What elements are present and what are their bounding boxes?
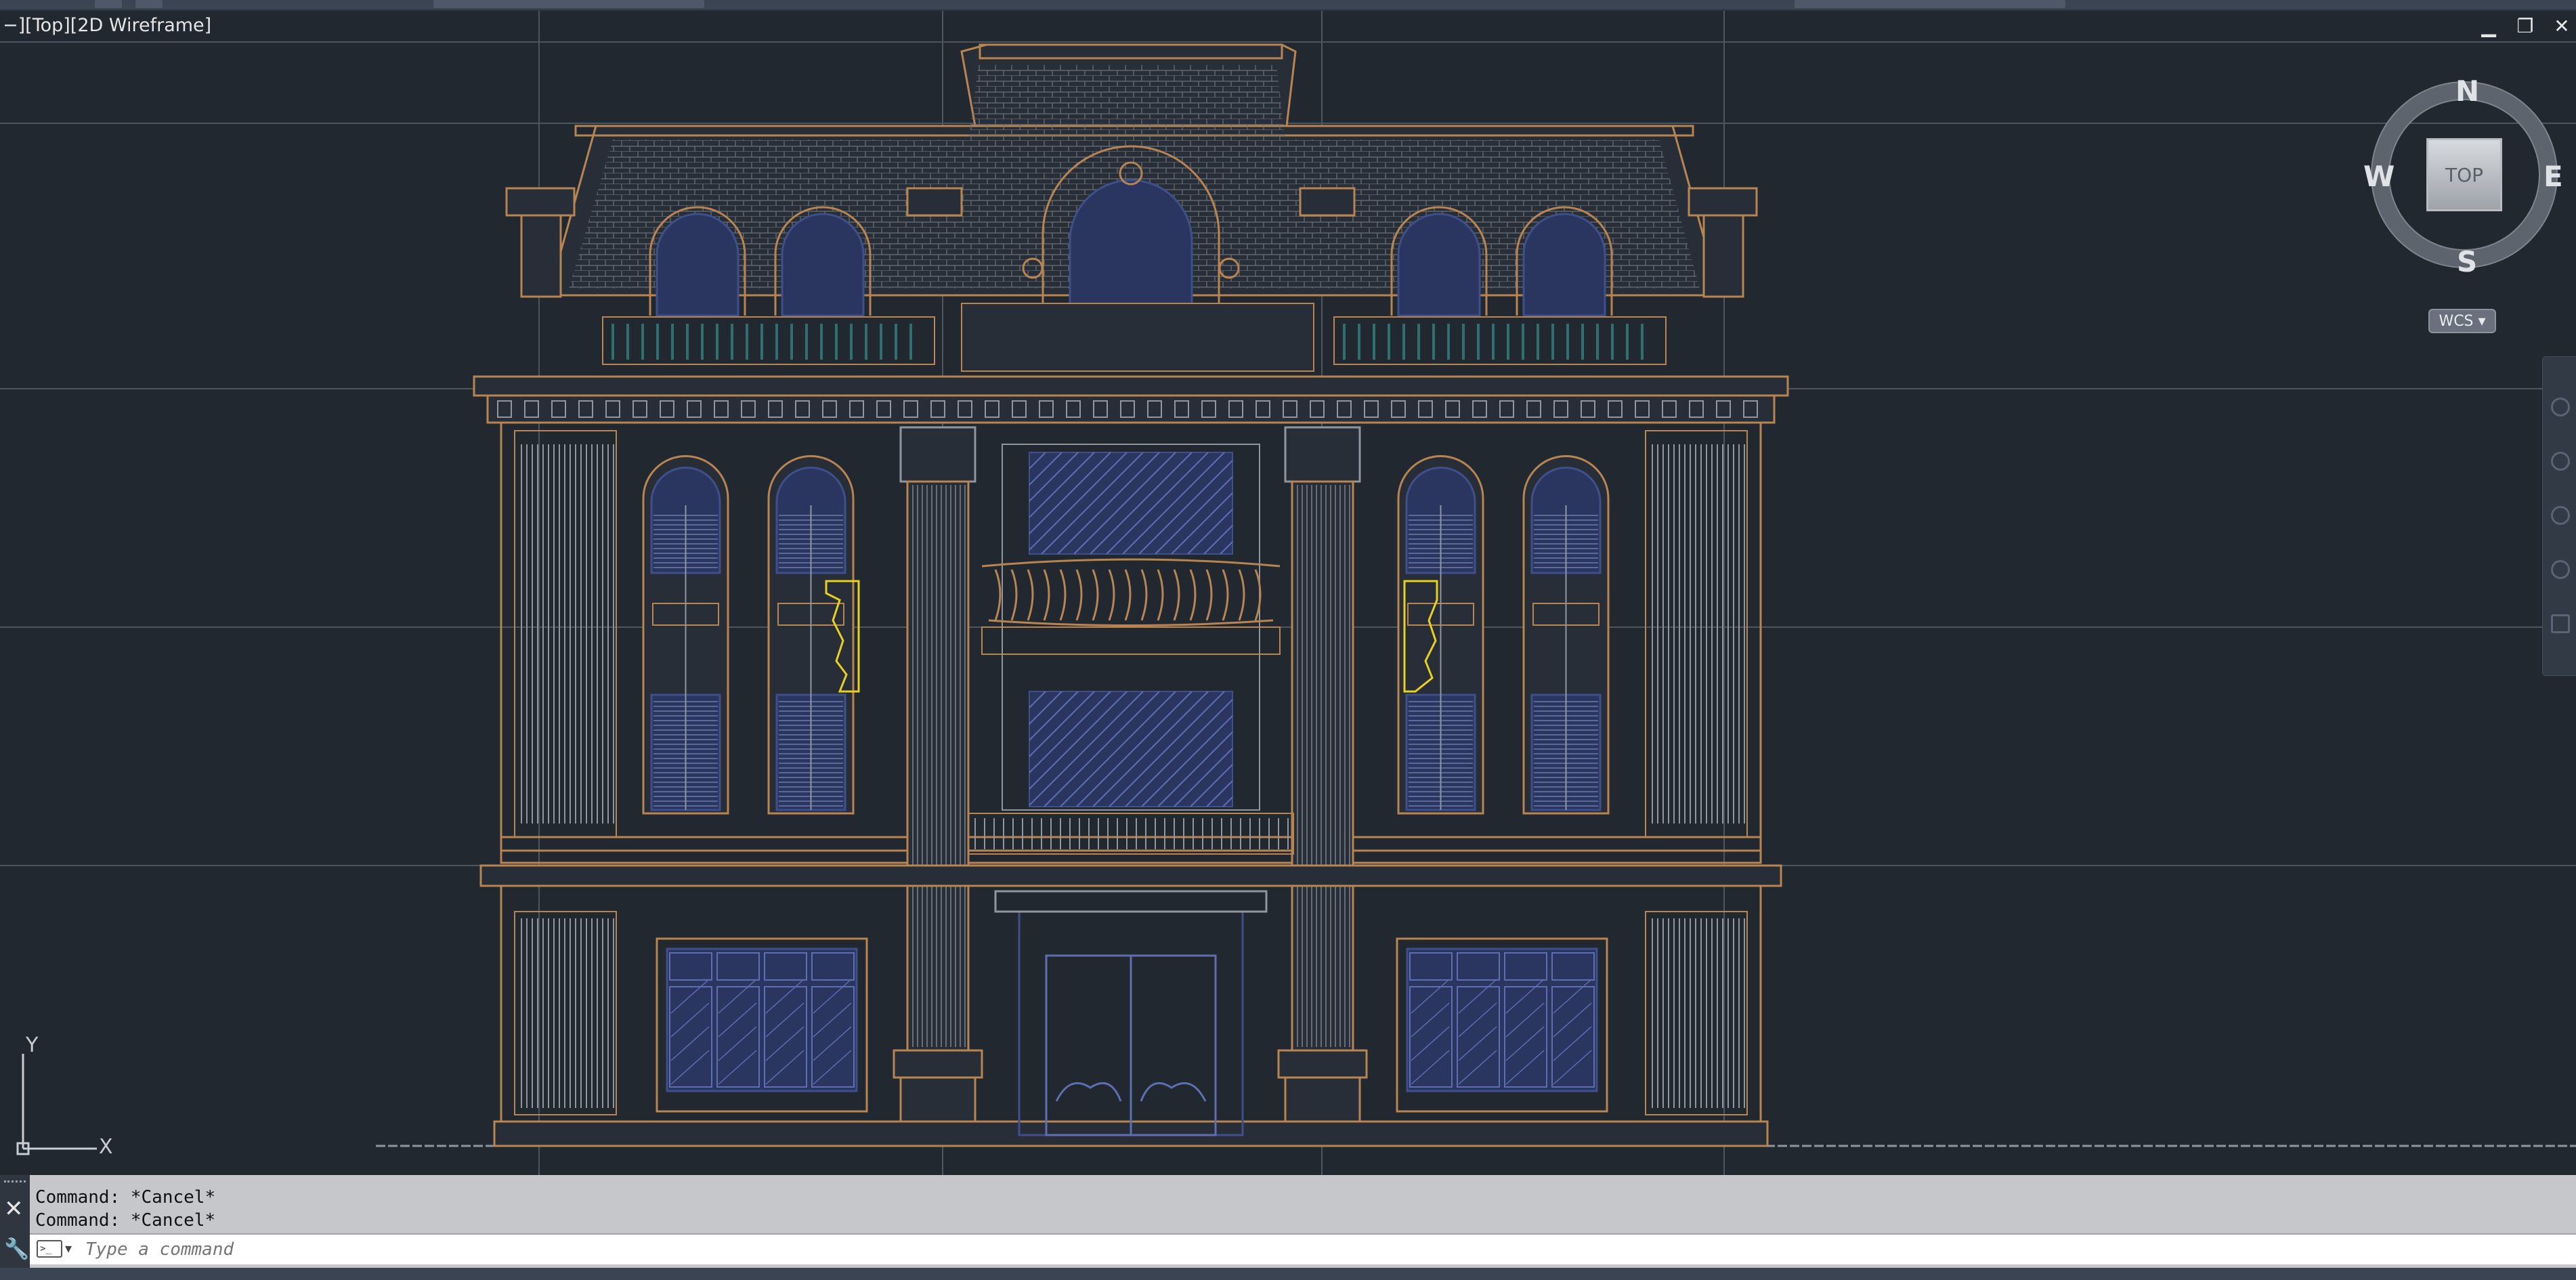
- viewcube-top-face[interactable]: TOP: [2426, 138, 2502, 211]
- curved-balcony: [981, 558, 1281, 626]
- compass-north[interactable]: N: [2455, 74, 2479, 108]
- pan-icon[interactable]: [2551, 452, 2570, 471]
- viewport-label[interactable]: −][Top][2D Wireframe]: [3, 15, 211, 36]
- command-history-line: Command: *Cancel*: [35, 1187, 216, 1208]
- command-line-sidebar: ✕ 🔧: [0, 1175, 30, 1268]
- command-history: Command: *Cancel* Command: *Cancel*: [35, 1186, 215, 1232]
- cornice: [473, 375, 1789, 424]
- viewcube[interactable]: N S E W TOP WCS ▾: [2357, 65, 2570, 333]
- ribbon-strip: [0, 0, 2576, 11]
- compass-west[interactable]: W: [2363, 160, 2395, 193]
- ucs-x-label: X: [99, 1135, 113, 1159]
- main-entrance-door: [994, 890, 1268, 1136]
- viewport-window-controls: ▁ ❐ ✕: [2478, 15, 2572, 37]
- showmotion-icon[interactable]: [2551, 614, 2570, 633]
- drag-handle-icon[interactable]: [4, 1180, 26, 1189]
- command-input[interactable]: [84, 1237, 2457, 1262]
- building-elevation-drawing: [0, 11, 2576, 1175]
- command-line-window: ✕ 🔧 Command: *Cancel* Command: *Cancel* …: [0, 1175, 2576, 1268]
- zoom-icon[interactable]: [2551, 506, 2570, 525]
- drawing-viewport[interactable]: −][Top][2D Wireframe] ▁ ❐ ✕ N S E W TOP …: [0, 11, 2576, 1175]
- chevron-down-icon[interactable]: ▾: [65, 1240, 72, 1256]
- orbit-icon[interactable]: [2551, 560, 2570, 579]
- minimize-icon[interactable]: ▁: [2478, 15, 2499, 37]
- command-input-row: >_ ▾: [30, 1233, 2576, 1264]
- status-bar: [0, 1268, 2576, 1280]
- restore-icon[interactable]: ❐: [2515, 15, 2535, 37]
- lower-balustrade: [968, 813, 1294, 855]
- balustrade-balusters: [1343, 324, 1644, 360]
- central-bay: [981, 444, 1281, 811]
- wcs-menu-button[interactable]: WCS ▾: [2428, 309, 2496, 333]
- close-icon[interactable]: ✕: [2552, 15, 2572, 37]
- toolbar-dropdown[interactable]: [433, 0, 704, 8]
- toolbar-icon[interactable]: [135, 0, 163, 8]
- steering-wheel-icon[interactable]: [2551, 398, 2570, 417]
- balustrade-balusters: [974, 818, 1289, 849]
- toolbar-icon[interactable]: [95, 0, 122, 8]
- navigation-bar[interactable]: [2542, 356, 2576, 676]
- toolbar-dropdown[interactable]: [1795, 0, 2065, 8]
- close-icon[interactable]: ✕: [4, 1195, 24, 1222]
- ucs-y-label: Y: [26, 1033, 39, 1057]
- ucs-icon: Y X: [12, 1033, 127, 1159]
- command-prompt-icon[interactable]: >_: [37, 1240, 62, 1258]
- command-history-line: Command: *Cancel*: [35, 1210, 216, 1231]
- compass-east[interactable]: E: [2543, 160, 2563, 193]
- compass-south[interactable]: S: [2457, 245, 2477, 278]
- customize-wrench-icon[interactable]: 🔧: [4, 1237, 29, 1261]
- balustrade-balusters: [611, 324, 912, 360]
